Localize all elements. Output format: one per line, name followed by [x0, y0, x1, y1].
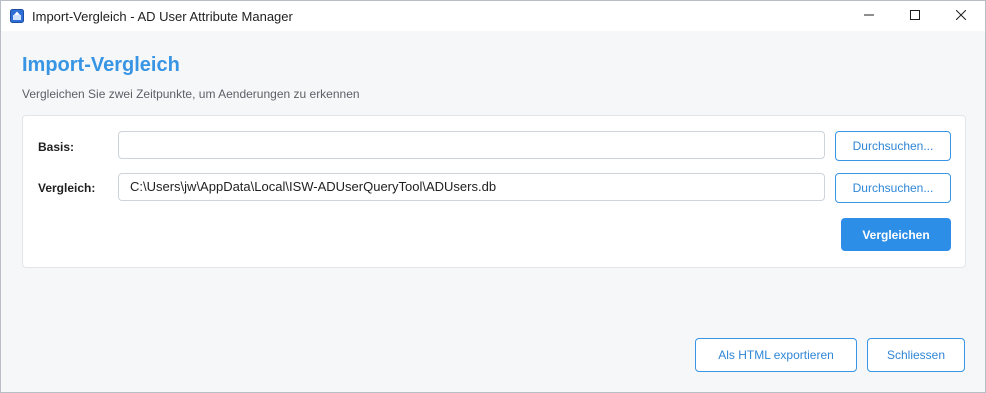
minimize-button[interactable] — [846, 1, 892, 31]
page-title: Import-Vergleich — [22, 54, 180, 76]
vergleich-label: Vergleich: — [38, 181, 96, 195]
app-icon — [10, 9, 24, 23]
close-button[interactable]: Schliessen — [867, 338, 965, 372]
basis-path-field[interactable] — [118, 131, 825, 159]
basis-label: Basis: — [38, 140, 75, 154]
page-subtitle: Vergleichen Sie zwei Zeitpunkte, um Aend… — [22, 87, 360, 101]
title-bar[interactable]: Import-Vergleich - AD User Attribute Man… — [1, 1, 985, 31]
close-icon — [955, 7, 967, 25]
compare-form-card: Basis: Durchsuchen... Vergleich: C:\User… — [22, 115, 966, 268]
minimize-icon — [864, 7, 874, 25]
maximize-icon — [910, 7, 920, 25]
close-window-button[interactable] — [938, 1, 984, 31]
basis-browse-button[interactable]: Durchsuchen... — [835, 131, 951, 161]
vergleich-browse-button[interactable]: Durchsuchen... — [835, 173, 951, 203]
dialog-window: Import-Vergleich - AD User Attribute Man… — [0, 0, 986, 393]
vergleich-path-field[interactable]: C:\Users\jw\AppData\Local\ISW-ADUserQuer… — [118, 173, 825, 201]
compare-button[interactable]: Vergleichen — [841, 218, 951, 251]
maximize-button[interactable] — [892, 1, 938, 31]
window-title: Import-Vergleich - AD User Attribute Man… — [32, 9, 293, 24]
export-html-button[interactable]: Als HTML exportieren — [695, 338, 857, 372]
